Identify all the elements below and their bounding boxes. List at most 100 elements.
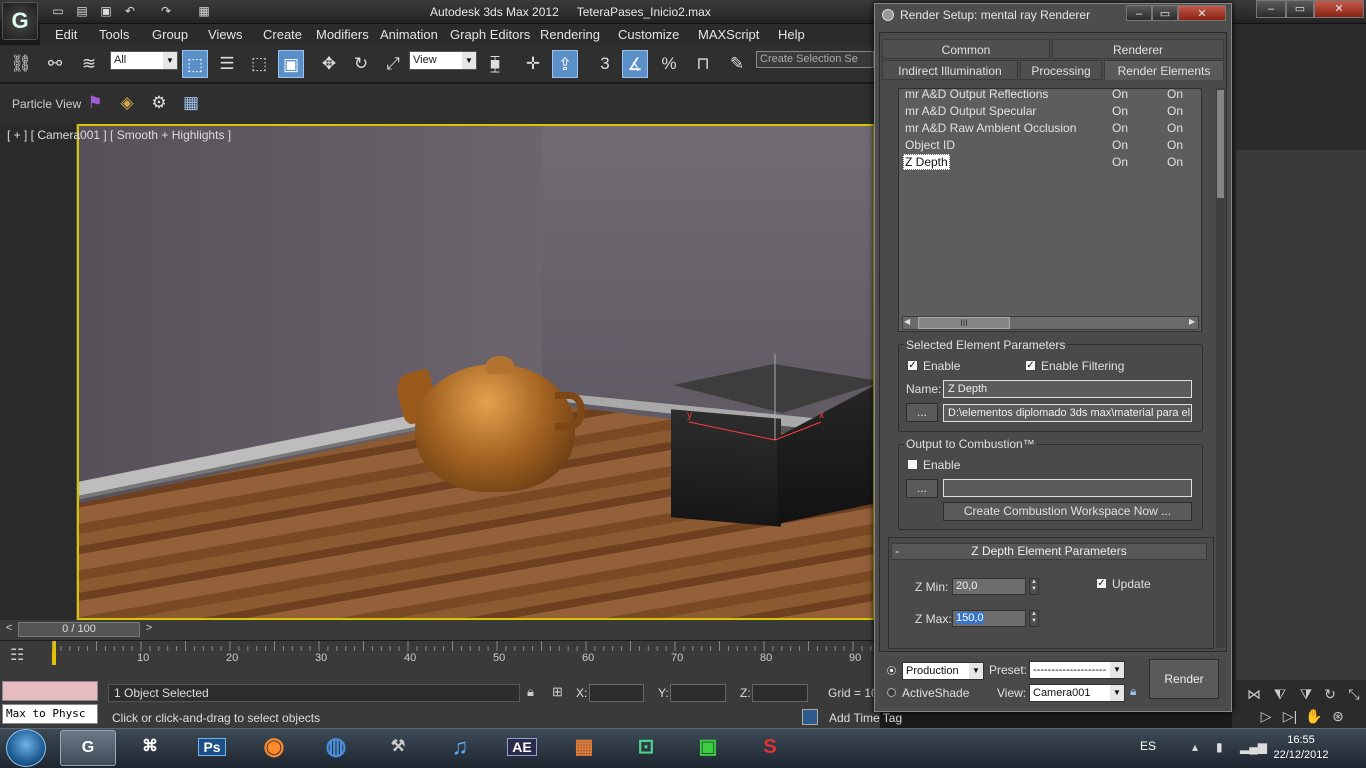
update-checkbox[interactable]: ✓ — [1096, 578, 1107, 589]
taskbar-itunes-icon[interactable]: ♫ — [432, 730, 488, 766]
unlink-icon[interactable]: ⚯ — [42, 50, 68, 78]
redo-icon[interactable]: ↷ — [156, 3, 176, 20]
scroll-right-icon[interactable]: ▶ — [1189, 317, 1195, 326]
activeshade-radio[interactable] — [887, 688, 896, 697]
open-file-icon[interactable]: ▤ — [72, 3, 92, 20]
taskbar-tool2-icon[interactable]: ⚒ — [370, 730, 426, 766]
combustion-enable-checkbox[interactable] — [907, 459, 918, 470]
list-item-selected[interactable]: Z Depth — [905, 155, 948, 171]
create-selection-set-field[interactable]: Create Selection Se — [756, 51, 874, 68]
tab-render-elements[interactable]: Render Elements — [1104, 60, 1224, 80]
key-mode-icon[interactable]: ⋈ — [1244, 684, 1264, 704]
walkthrough-icon[interactable]: ⊛ — [1328, 706, 1348, 726]
zmax-spinner[interactable]: 150,0 — [952, 610, 1026, 627]
particle-display-icon[interactable]: ▦ — [178, 90, 204, 116]
dialog-maximize-icon[interactable]: ▭ — [1152, 5, 1178, 21]
menu-maxscript[interactable]: MAXScript — [698, 27, 759, 42]
lock-icon[interactable]: 🔒︎ — [527, 684, 534, 700]
taskbar-3dsmax-icon[interactable]: G — [60, 730, 116, 766]
selection-filter-dropdown[interactable]: All ▼ — [110, 51, 178, 70]
preset-dropdown[interactable]: -------------------- ▼ — [1029, 661, 1125, 679]
maxscript-listener-output[interactable] — [2, 681, 98, 701]
output-path-field[interactable]: D:\elementos diplomado 3ds max\material … — [943, 404, 1192, 422]
taskbar-photoshop-icon[interactable]: Ps — [184, 730, 240, 766]
reference-coordinate-dropdown[interactable]: View ▼ — [409, 51, 477, 70]
play-icon[interactable]: ▷ — [1256, 706, 1276, 726]
curve-editor-icon[interactable]: ☷ — [10, 645, 24, 665]
menu-modifiers[interactable]: Modifiers — [316, 27, 369, 42]
app-logo-icon[interactable]: G — [2, 2, 38, 40]
zoom-all-icon[interactable]: ⧩ — [1296, 684, 1316, 704]
spinner-snap-icon[interactable]: ⊓ — [690, 50, 716, 78]
network-icon[interactable]: ▂▄▆ — [1240, 740, 1267, 754]
combustion-browse-button[interactable]: ... — [906, 479, 938, 498]
zmin-spinner[interactable]: 20,0 — [952, 578, 1026, 595]
taskbar-network-icon[interactable]: ⊡ — [618, 730, 674, 766]
isolate-toggle-icon[interactable] — [802, 709, 818, 725]
scroll-left-icon[interactable]: ◀ — [904, 317, 910, 326]
move-icon[interactable]: ✥ — [316, 50, 342, 78]
particle-view-label[interactable]: Particle View — [12, 97, 81, 111]
viewport-label[interactable]: [ + ] [ Camera001 ] [ Smooth + Highlight… — [7, 128, 231, 142]
element-name-field[interactable]: Z Depth — [943, 380, 1192, 398]
camera-viewport[interactable]: y x — [77, 124, 875, 620]
menu-create[interactable]: Create — [263, 27, 302, 42]
dialog-scroll-thumb[interactable] — [1217, 90, 1224, 198]
close-icon[interactable]: ✕ — [1314, 0, 1364, 18]
rectangular-selection-icon[interactable]: ⬚ — [246, 50, 272, 78]
maximize-viewport-icon[interactable]: ⤡ — [1344, 684, 1364, 704]
menu-group[interactable]: Group — [152, 27, 188, 42]
create-combustion-workspace-button[interactable]: Create Combustion Workspace Now ... — [943, 502, 1192, 521]
view-dropdown[interactable]: Camera001 ▼ — [1029, 684, 1125, 702]
pan-icon[interactable]: ✋ — [1304, 706, 1324, 726]
list-item[interactable]: mr A&D Output Reflections — [905, 87, 1048, 103]
z-coordinate-field[interactable] — [752, 684, 808, 702]
start-button-icon[interactable] — [6, 729, 46, 767]
tab-common[interactable]: Common — [882, 39, 1050, 59]
dialog-close-icon[interactable]: ✕ — [1178, 5, 1226, 21]
maxscript-input[interactable]: Max to Physc — [2, 704, 98, 724]
restore-icon[interactable]: ▭ — [1286, 0, 1314, 18]
scale-icon[interactable]: ⤢ — [380, 50, 406, 78]
zmax-spinner-arrows-icon[interactable]: ▲ ▼ — [1029, 610, 1039, 627]
combustion-path-field[interactable] — [943, 479, 1192, 497]
y-coordinate-field[interactable] — [670, 684, 726, 702]
orbit-icon[interactable]: ↻ — [1320, 684, 1340, 704]
menu-animation[interactable]: Animation — [380, 27, 438, 42]
taskbar-globe-icon[interactable]: ◍ — [308, 730, 364, 766]
menu-tools[interactable]: Tools — [99, 27, 129, 42]
zoom-icon[interactable]: ⧨ — [1270, 684, 1290, 704]
tray-show-hidden-icon[interactable]: ▴ — [1192, 740, 1198, 754]
zdepth-rollout-header[interactable]: Z Depth Element Parameters — [891, 543, 1207, 560]
particle-flag-icon[interactable]: ⚑ — [82, 90, 108, 116]
keyboard-shortcut-override-icon[interactable]: ⇪ — [552, 50, 578, 78]
absolute-mode-icon[interactable]: ⊞ — [552, 684, 563, 700]
save-file-icon[interactable]: ▣ — [96, 3, 116, 20]
particle-plane-icon[interactable]: ◈ — [114, 90, 140, 116]
taskbar-aftereffects-icon[interactable]: AE — [494, 730, 550, 766]
menu-edit[interactable]: Edit — [55, 27, 77, 42]
time-slider[interactable]: 0 / 100 — [18, 622, 140, 637]
enable-filtering-checkbox[interactable]: ✓ — [1025, 360, 1036, 371]
prev-frame-button[interactable]: < — [2, 622, 16, 637]
next-key-icon[interactable]: ▷| — [1280, 706, 1300, 726]
browse-output-button[interactable]: ... — [906, 403, 938, 422]
percent-snap-icon[interactable]: % — [656, 50, 682, 78]
taskbar-tool-icon[interactable]: ⌘ — [122, 730, 178, 766]
rollout-collapse-icon[interactable]: - — [895, 544, 899, 558]
taskbar-green-app-icon[interactable]: ▣ — [680, 730, 736, 766]
taskbar-clock[interactable]: 16:55 22/12/2012 — [1268, 733, 1334, 763]
bind-spacewarp-icon[interactable]: ≋ — [76, 50, 102, 78]
add-time-tag[interactable]: Add Time Tag — [829, 711, 902, 725]
angle-snap-icon[interactable]: ∡ — [622, 50, 648, 78]
menu-views[interactable]: Views — [208, 27, 242, 42]
tab-renderer[interactable]: Renderer — [1052, 39, 1224, 59]
tray-device-icon[interactable]: ▮ — [1216, 740, 1223, 754]
select-by-name-icon[interactable]: ☰ — [214, 50, 240, 78]
menu-customize[interactable]: Customize — [618, 27, 679, 42]
taskbar-sbx-icon[interactable]: S — [742, 730, 798, 766]
select-manipulate-icon[interactable]: ✛ — [520, 50, 546, 78]
x-coordinate-field[interactable] — [589, 684, 644, 702]
new-file-icon[interactable]: ▭ — [48, 3, 68, 20]
language-indicator[interactable]: ES — [1140, 739, 1156, 753]
